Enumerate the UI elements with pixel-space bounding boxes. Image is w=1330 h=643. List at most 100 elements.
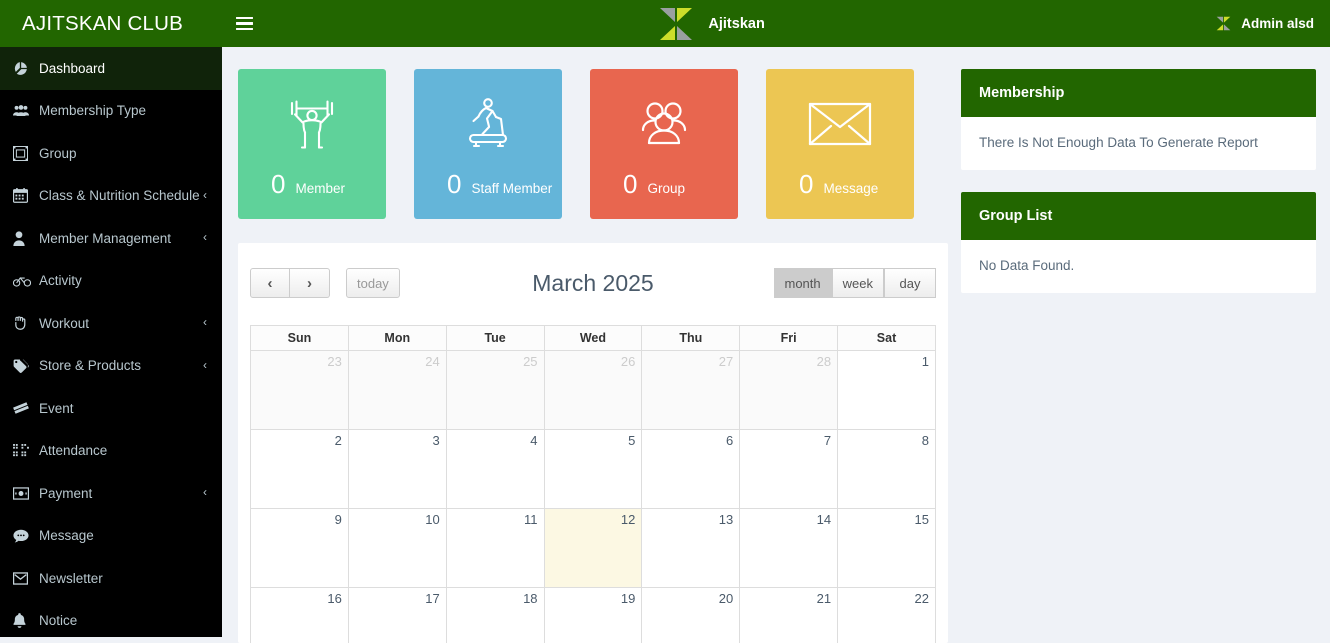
calendar-day-cell[interactable]: 2: [251, 430, 349, 509]
stat-card-count: 0: [447, 171, 461, 197]
calendar-day-cell[interactable]: 14: [740, 509, 838, 588]
top-header-bar: AJITSKAN CLUB Ajitskan Admin alsd: [0, 0, 1330, 47]
calendar-icon: [13, 188, 37, 203]
calendar-view-day[interactable]: day: [884, 268, 936, 298]
sidebar-item-label: Event: [37, 401, 207, 416]
calendar-weekday-mon: Mon: [348, 326, 446, 351]
calendar-week-row: 16171819202122: [251, 588, 936, 643]
sidebar-item-notice[interactable]: Notice: [0, 600, 222, 638]
sidebar-item-attendance[interactable]: Attendance: [0, 430, 222, 473]
sidebar-item-group[interactable]: Group: [0, 132, 222, 175]
stat-card-value-row: 0 Staff Member: [414, 155, 562, 219]
sidebar-item-message[interactable]: Message: [0, 515, 222, 558]
calendar-day-cell[interactable]: 16: [251, 588, 349, 643]
chevron-left-icon: ‹: [203, 231, 207, 243]
calendar-day-cell[interactable]: 5: [544, 430, 642, 509]
calendar-day-cell[interactable]: 26: [544, 351, 642, 430]
stat-card-label: Member: [295, 181, 345, 196]
calendar-day-cell[interactable]: 24: [348, 351, 446, 430]
calendar-view-week[interactable]: week: [832, 268, 884, 298]
calendar-day-cell[interactable]: 3: [348, 430, 446, 509]
ajitskan-logo-small-icon: [1215, 15, 1232, 32]
calendar-day-cell[interactable]: 18: [446, 588, 544, 643]
sidebar-item-store-products[interactable]: Store & Products‹: [0, 345, 222, 388]
sidebar-item-event[interactable]: Event: [0, 387, 222, 430]
membership-panel-body: There Is Not Enough Data To Generate Rep…: [961, 117, 1316, 170]
sidebar-item-label: Newsletter: [37, 571, 207, 586]
calendar-day-cell[interactable]: 13: [642, 509, 740, 588]
calendar-week-row: 2324252627281: [251, 351, 936, 430]
calendar-today-button[interactable]: today: [346, 268, 400, 298]
sidebar-item-activity[interactable]: Activity: [0, 260, 222, 303]
calendar-day-cell[interactable]: 4: [446, 430, 544, 509]
users-group-icon: [13, 104, 37, 118]
sidebar-item-label: Payment: [37, 486, 203, 501]
sidebar-item-payment[interactable]: Payment‹: [0, 472, 222, 515]
stat-card-label: Group: [647, 181, 685, 196]
bicycle-icon: [13, 275, 37, 287]
stat-card-value-row: 0Member: [238, 155, 386, 219]
header-center: Ajitskan: [206, 4, 1215, 44]
calendar-week-row: 2345678: [251, 430, 936, 509]
calendar-day-cell[interactable]: 25: [446, 351, 544, 430]
sidebar-item-workout[interactable]: Workout‹: [0, 302, 222, 345]
group-list-panel-body: No Data Found.: [961, 240, 1316, 293]
calendar-day-cell[interactable]: 10: [348, 509, 446, 588]
calendar-weekday-sun: Sun: [251, 326, 349, 351]
calendar-day-cell[interactable]: 1: [838, 351, 936, 430]
people-icon: [590, 93, 738, 155]
sidebar-item-label: Activity: [37, 273, 207, 288]
calendar-day-cell[interactable]: 20: [642, 588, 740, 643]
calendar-day-cell[interactable]: 27: [642, 351, 740, 430]
membership-panel: Membership There Is Not Enough Data To G…: [961, 69, 1316, 170]
calendar-view-month[interactable]: month: [774, 268, 832, 298]
stat-card-label: Staff Member: [471, 181, 552, 196]
calendar-toolbar: ‹ › today March 2025 monthweekday: [250, 265, 936, 301]
header-user-area[interactable]: Admin alsd: [1215, 15, 1330, 32]
brand-logo-area[interactable]: AJITSKAN CLUB: [0, 0, 222, 47]
calendar-day-cell[interactable]: 19: [544, 588, 642, 643]
user-icon: [13, 231, 37, 246]
calendar-weekday-thu: Thu: [642, 326, 740, 351]
stat-card-count: 0: [623, 171, 637, 197]
ajitskan-logo-icon: [656, 4, 696, 44]
calendar-day-cell[interactable]: 28: [740, 351, 838, 430]
sidebar-item-membership-type[interactable]: Membership Type: [0, 90, 222, 133]
sidebar-item-label: Attendance: [37, 443, 207, 458]
calendar-day-cell[interactable]: 22: [838, 588, 936, 643]
sidebar-item-newsletter[interactable]: Newsletter: [0, 557, 222, 600]
sidebar-item-class-nutrition-schedule[interactable]: Class & Nutrition Schedule‹: [0, 175, 222, 218]
tags-icon: [13, 359, 37, 373]
stat-card-value-row: 0 Group: [590, 155, 738, 219]
calendar-weekday-sat: Sat: [838, 326, 936, 351]
calendar-day-cell[interactable]: 9: [251, 509, 349, 588]
stat-card-member[interactable]: 0Member: [238, 69, 386, 219]
calendar-day-cell[interactable]: 8: [838, 430, 936, 509]
brand-title: AJITSKAN CLUB: [22, 12, 183, 36]
calendar-day-cell[interactable]: 11: [446, 509, 544, 588]
money-bill-icon: [13, 487, 37, 500]
calendar-next-button[interactable]: ›: [290, 268, 330, 298]
stat-card-group[interactable]: 0 Group: [590, 69, 738, 219]
calendar-day-cell[interactable]: 21: [740, 588, 838, 643]
calendar-day-cell[interactable]: 15: [838, 509, 936, 588]
main-content: 0Member 0 Staff Member 0 Group 0Message ‹ › t…: [222, 47, 1330, 637]
calendar-body: 2324252627281234567891011121314151617181…: [251, 351, 936, 643]
sidebar-item-label: Member Management: [37, 231, 203, 246]
sidebar-item-dashboard[interactable]: Dashboard: [0, 47, 222, 90]
chevron-left-icon: ‹: [203, 359, 207, 371]
calendar-weekday-fri: Fri: [740, 326, 838, 351]
stat-card-staff-member[interactable]: 0 Staff Member: [414, 69, 562, 219]
calendar-prev-button[interactable]: ‹: [250, 268, 290, 298]
header-app-title: Ajitskan: [708, 16, 764, 32]
sidebar-item-label: Membership Type: [37, 103, 207, 118]
calendar-day-cell[interactable]: 7: [740, 430, 838, 509]
sidebar-item-member-management[interactable]: Member Management‹: [0, 217, 222, 260]
calendar-day-cell[interactable]: 6: [642, 430, 740, 509]
calendar-day-cell[interactable]: 12: [544, 509, 642, 588]
calendar-day-cell[interactable]: 23: [251, 351, 349, 430]
envelope-icon: [766, 93, 914, 155]
stat-card-message[interactable]: 0Message: [766, 69, 914, 219]
calendar-day-cell[interactable]: 17: [348, 588, 446, 643]
sidebar-item-label: Store & Products: [37, 358, 203, 373]
